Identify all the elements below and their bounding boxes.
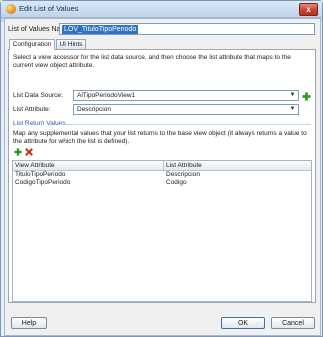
help-button[interactable]: Help <box>11 317 47 329</box>
window-title: Edit List of Values <box>19 4 79 13</box>
cell-view-attribute: TituloTipoPeriodo <box>15 171 66 178</box>
lov-name-input[interactable]: LOV_TituloTipoPeriodo <box>59 23 315 35</box>
cell-list-attribute: Descripcion <box>166 171 200 178</box>
config-description: Select a view accessor for the list data… <box>13 54 291 69</box>
column-divider[interactable] <box>163 161 164 170</box>
data-source-label: List Data Source: <box>13 92 63 99</box>
column-header-view-attribute[interactable]: View Attribute <box>15 161 55 170</box>
app-icon <box>6 4 16 14</box>
lov-name-value: LOV_TituloTipoPeriodo <box>62 25 139 34</box>
chevron-down-icon[interactable]: ▼ <box>288 106 297 113</box>
dialog-footer: Help OK Cancel <box>5 307 320 335</box>
tab-ui-hints[interactable]: UI Hints <box>56 39 86 49</box>
table-row[interactable]: TituloTipoPeriodo Descripcion <box>13 171 311 179</box>
data-source-select[interactable]: AlTipoPeriodoView1 ▼ <box>73 90 299 101</box>
dialog-window: Edit List of Values x List of Values Nam… <box>0 0 323 337</box>
chevron-down-icon[interactable]: ▼ <box>288 92 297 99</box>
delete-row-icon[interactable] <box>25 148 33 156</box>
section-divider <box>58 124 311 125</box>
cell-list-attribute: Codigo <box>166 179 187 186</box>
add-data-source-icon[interactable] <box>302 92 311 101</box>
cell-view-attribute: CodigoTipoPeriodo <box>15 179 71 186</box>
ok-button[interactable]: OK <box>221 317 265 329</box>
configuration-panel: Select a view accessor for the list data… <box>8 49 316 303</box>
return-values-description: Map any supplemental values that your li… <box>13 130 307 145</box>
table-row[interactable]: CodigoTipoPeriodo Codigo <box>13 179 311 187</box>
list-attribute-label: List Attribute: <box>13 106 51 113</box>
add-row-icon[interactable] <box>14 148 22 156</box>
table-header: View Attribute List Attribute <box>13 161 311 171</box>
title-bar[interactable]: Edit List of Values x <box>1 1 322 18</box>
column-header-list-attribute[interactable]: List Attribute <box>166 161 202 170</box>
list-attribute-value: Descripcion <box>77 106 111 113</box>
tab-configuration[interactable]: Configuration <box>9 39 55 50</box>
cancel-button[interactable]: Cancel <box>271 317 315 329</box>
return-values-table: View Attribute List Attribute TituloTipo… <box>12 160 312 302</box>
list-attribute-select[interactable]: Descripcion ▼ <box>73 104 299 115</box>
data-source-value: AlTipoPeriodoView1 <box>77 92 136 99</box>
dialog-body: List of Values Name: LOV_TituloTipoPerio… <box>4 18 321 336</box>
close-button[interactable]: x <box>299 3 318 16</box>
